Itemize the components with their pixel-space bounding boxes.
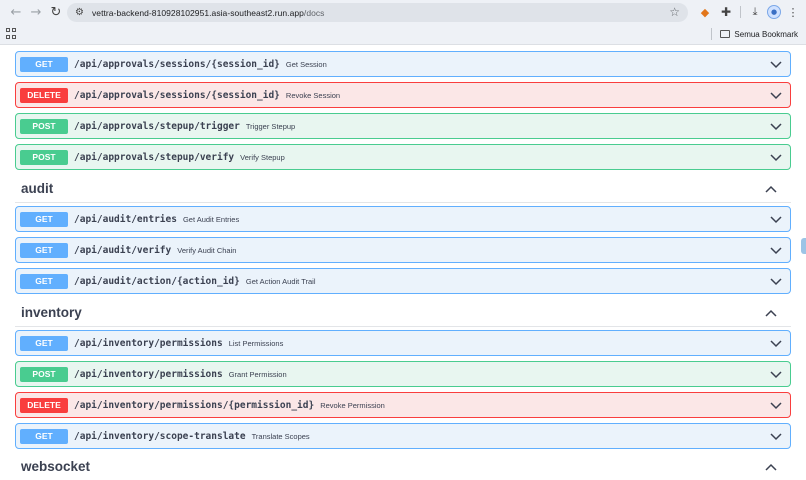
swagger-docs-content: GET /api/approvals/sessions/{session_id}…: [0, 45, 806, 480]
chevron-down-icon[interactable]: [770, 368, 782, 380]
tag-title: inventory: [21, 305, 82, 320]
folder-icon: [720, 30, 731, 38]
method-badge: POST: [20, 118, 68, 134]
operation-summary: Revoke Permission: [320, 400, 385, 410]
operation-get-audit-entries[interactable]: GET /api/audit/entries Get Audit Entries: [15, 206, 791, 232]
operation-list-permissions[interactable]: GET /api/inventory/permissions List Perm…: [15, 330, 791, 356]
method-badge: DELETE: [20, 87, 68, 103]
operation-path: /api/inventory/permissions/{permission_i…: [74, 399, 315, 411]
chevron-up-icon[interactable]: [765, 462, 777, 474]
chevron-down-icon[interactable]: [770, 399, 782, 411]
operation-summary: Verify Stepup: [240, 152, 285, 162]
operation-trigger-stepup[interactable]: POST /api/approvals/stepup/trigger Trigg…: [15, 113, 791, 139]
url-path: /docs: [303, 7, 325, 18]
method-badge: GET: [20, 242, 68, 258]
operation-verify-audit-chain[interactable]: GET /api/audit/verify Verify Audit Chain: [15, 237, 791, 263]
tag-section-inventory[interactable]: inventory: [15, 299, 791, 327]
back-arrow-icon[interactable]: ←: [6, 2, 26, 22]
operation-path: /api/inventory/permissions: [74, 337, 223, 349]
chevron-up-icon[interactable]: [765, 184, 777, 196]
method-badge: GET: [20, 273, 68, 289]
operation-summary: Get Audit Entries: [182, 214, 240, 224]
chevron-down-icon[interactable]: [770, 89, 782, 101]
toolbar-separator: [740, 6, 741, 18]
operation-revoke-permission[interactable]: DELETE /api/inventory/permissions/{permi…: [15, 392, 791, 418]
operation-path: /api/approvals/sessions/{session_id}: [74, 58, 280, 70]
reload-icon[interactable]: ↻: [46, 2, 66, 22]
bookmark-star-icon[interactable]: ☆: [669, 5, 680, 19]
bookmarks-separator: [711, 28, 713, 40]
chevron-down-icon[interactable]: [770, 213, 782, 225]
operation-verify-stepup[interactable]: POST /api/approvals/stepup/verify Verify…: [15, 144, 791, 170]
operation-path: /api/inventory/permissions: [74, 368, 223, 380]
tag-section-websocket[interactable]: websocket: [15, 453, 791, 480]
method-badge: GET: [20, 428, 68, 444]
tag-title: audit: [21, 181, 54, 196]
method-badge: GET: [20, 56, 68, 72]
method-badge: POST: [20, 366, 68, 382]
menu-kebab-icon[interactable]: ⋮: [784, 3, 802, 21]
browser-toolbar: ← → ↻ ⚙ vettra-backend-810928102951.asia…: [0, 0, 806, 24]
operation-summary: Grant Permission: [228, 369, 287, 379]
operation-path: /api/approvals/sessions/{session_id}: [74, 89, 280, 101]
operation-revoke-session[interactable]: DELETE /api/approvals/sessions/{session_…: [15, 82, 791, 108]
chevron-down-icon[interactable]: [770, 337, 782, 349]
operation-summary: Translate Scopes: [251, 431, 310, 441]
operation-summary: Get Session: [285, 59, 327, 69]
chevron-up-icon[interactable]: [765, 308, 777, 320]
operation-path: /api/audit/action/{action_id}: [74, 275, 240, 287]
metamask-fox-icon[interactable]: ◆: [696, 3, 714, 21]
all-bookmarks-label: Semua Bookmark: [734, 29, 798, 39]
operation-summary: Revoke Session: [285, 90, 341, 100]
extensions-area: ◆ ✚ ⤓ ● ⋮: [696, 3, 802, 21]
operation-path: /api/audit/entries: [74, 213, 177, 225]
all-bookmarks-button[interactable]: Semua Bookmark: [711, 28, 798, 40]
chevron-down-icon[interactable]: [770, 244, 782, 256]
site-settings-icon[interactable]: ⚙: [75, 7, 86, 18]
browser-chrome: ← → ↻ ⚙ vettra-backend-810928102951.asia…: [0, 0, 806, 45]
operation-summary: Verify Audit Chain: [177, 245, 237, 255]
operation-summary: Get Action Audit Trail: [245, 276, 316, 286]
apps-grid-icon[interactable]: [6, 28, 18, 40]
profile-avatar[interactable]: ●: [767, 5, 781, 19]
bookmarks-bar: Semua Bookmark: [0, 24, 806, 44]
chevron-down-icon[interactable]: [770, 120, 782, 132]
operation-get-action-audit-trail[interactable]: GET /api/audit/action/{action_id} Get Ac…: [15, 268, 791, 294]
download-icon[interactable]: ⤓: [746, 3, 764, 21]
chevron-down-icon[interactable]: [770, 58, 782, 70]
method-badge: GET: [20, 211, 68, 227]
operation-translate-scopes[interactable]: GET /api/inventory/scope-translate Trans…: [15, 423, 791, 449]
chevron-down-icon[interactable]: [770, 275, 782, 287]
extensions-puzzle-icon[interactable]: ✚: [717, 3, 735, 21]
url-domain: vettra-backend-810928102951.asia-southea…: [92, 7, 304, 18]
operation-summary: Trigger Stepup: [245, 121, 296, 131]
forward-arrow-icon[interactable]: →: [26, 2, 46, 22]
chevron-down-icon[interactable]: [770, 430, 782, 442]
operation-path: /api/approvals/stepup/trigger: [74, 120, 240, 132]
side-panel-handle[interactable]: [801, 238, 806, 254]
address-bar[interactable]: ⚙ vettra-backend-810928102951.asia-south…: [67, 3, 688, 22]
operation-path: /api/inventory/scope-translate: [74, 430, 246, 442]
operation-summary: List Permissions: [228, 338, 284, 348]
operation-path: /api/approvals/stepup/verify: [74, 151, 235, 163]
operation-grant-permission[interactable]: POST /api/inventory/permissions Grant Pe…: [15, 361, 791, 387]
url-text: vettra-backend-810928102951.asia-southea…: [92, 8, 324, 18]
chevron-down-icon[interactable]: [770, 151, 782, 163]
tag-title: websocket: [21, 459, 91, 474]
method-badge: DELETE: [20, 397, 68, 413]
operation-path: /api/audit/verify: [74, 244, 172, 256]
operation-get-session[interactable]: GET /api/approvals/sessions/{session_id}…: [15, 51, 791, 77]
method-badge: POST: [20, 149, 68, 165]
tag-section-audit[interactable]: audit: [15, 175, 791, 203]
method-badge: GET: [20, 335, 68, 351]
